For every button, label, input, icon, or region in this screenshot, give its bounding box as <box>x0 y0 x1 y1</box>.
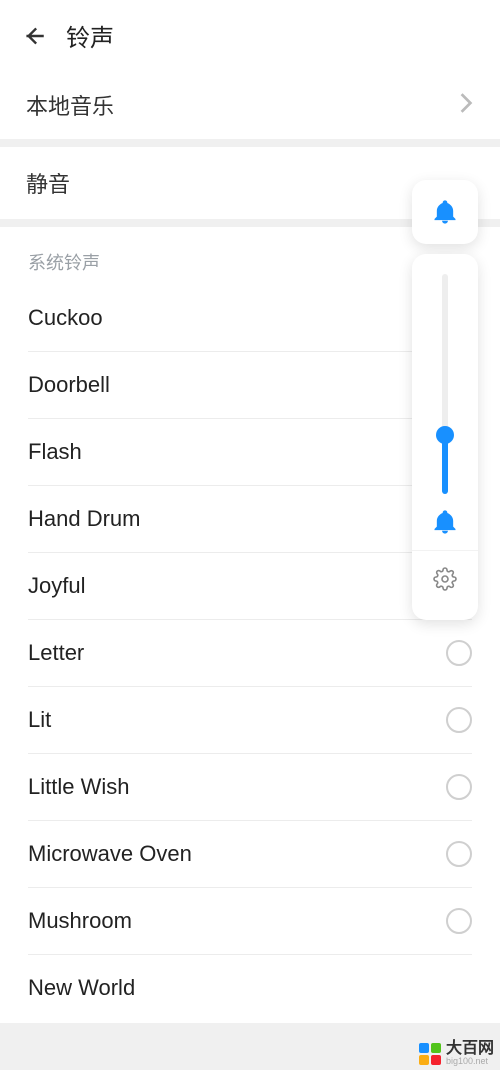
ringtone-item-flash[interactable]: Flash <box>28 419 472 486</box>
volume-type-button[interactable] <box>431 494 459 550</box>
radio-unchecked-icon[interactable] <box>446 707 472 733</box>
local-music-label: 本地音乐 <box>26 89 114 121</box>
ringtone-name: Mushroom <box>28 908 132 934</box>
ringtone-name: Letter <box>28 640 84 666</box>
watermark-logo-icon <box>418 1042 442 1066</box>
radio-unchecked-icon[interactable] <box>446 640 472 666</box>
ringtone-item-little-wish[interactable]: Little Wish <box>28 754 472 821</box>
ringtone-name: Cuckoo <box>28 305 103 331</box>
chevron-right-icon <box>458 92 474 119</box>
volume-ringer-button[interactable] <box>412 180 478 244</box>
watermark-text: 大百网 big100.net <box>446 1041 494 1066</box>
ringtone-name: Microwave Oven <box>28 841 192 867</box>
ringtone-item-cuckoo[interactable]: Cuckoo <box>28 285 472 352</box>
volume-slider[interactable] <box>442 274 448 494</box>
watermark-name: 大百网 <box>446 1041 494 1057</box>
volume-settings-button[interactable] <box>412 550 478 606</box>
bell-icon <box>431 508 459 536</box>
ringtone-item-letter[interactable]: Letter <box>28 620 472 687</box>
ringtone-item-mushroom[interactable]: Mushroom <box>28 888 472 955</box>
radio-unchecked-icon[interactable] <box>446 841 472 867</box>
volume-slider-thumb[interactable] <box>436 426 454 444</box>
volume-panel <box>412 180 478 620</box>
radio-unchecked-icon[interactable] <box>446 774 472 800</box>
ringtone-name: New World <box>28 975 135 1001</box>
ringtone-item-lit[interactable]: Lit <box>28 687 472 754</box>
ringtone-name: Hand Drum <box>28 506 140 532</box>
header-bar: 铃声 <box>0 0 500 71</box>
watermark-domain: big100.net <box>446 1057 494 1066</box>
ringtone-name: Little Wish <box>28 774 129 800</box>
back-button[interactable] <box>20 22 48 50</box>
bell-icon <box>431 198 459 226</box>
ringtone-item-joyful[interactable]: Joyful <box>28 553 472 620</box>
silent-label: 静音 <box>26 172 70 197</box>
ringtone-name: Flash <box>28 439 82 465</box>
ringtone-item-new-world[interactable]: New World <box>28 955 472 1021</box>
radio-unchecked-icon[interactable] <box>446 908 472 934</box>
ringtone-item-microwave-oven[interactable]: Microwave Oven <box>28 821 472 888</box>
ringtone-name: Lit <box>28 707 51 733</box>
local-music-row[interactable]: 本地音乐 <box>0 71 500 139</box>
volume-slider-card <box>412 254 478 620</box>
ringtone-item-doorbell[interactable]: Doorbell <box>28 352 472 419</box>
ringtone-item-hand-drum[interactable]: Hand Drum <box>28 486 472 553</box>
watermark: 大百网 big100.net <box>418 1041 494 1066</box>
ringtone-name: Doorbell <box>28 372 110 398</box>
gear-icon <box>433 567 457 591</box>
arrow-left-icon <box>21 23 47 49</box>
ringtone-name: Joyful <box>28 573 85 599</box>
page-title: 铃声 <box>66 18 114 53</box>
